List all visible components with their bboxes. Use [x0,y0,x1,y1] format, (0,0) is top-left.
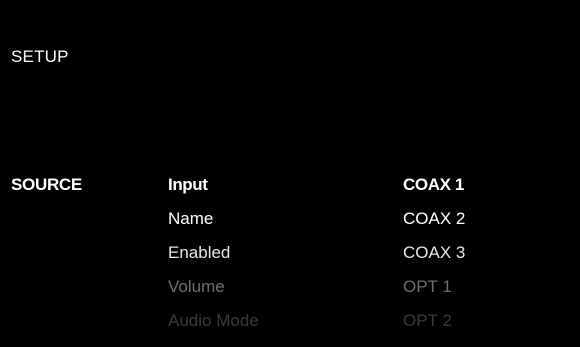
menu-item-name[interactable]: Name [168,209,318,243]
value-option-opt-1[interactable]: OPT 1 [403,277,553,311]
settings-menu: Input Name Enabled Volume Audio Mode [168,175,318,345]
menu-item-enabled[interactable]: Enabled [168,243,318,277]
value-option-coax-2[interactable]: COAX 2 [403,209,553,243]
value-option-coax-1[interactable]: COAX 1 [403,175,553,209]
value-option-coax-3[interactable]: COAX 3 [403,243,553,277]
menu-item-audio-mode[interactable]: Audio Mode [168,311,318,345]
value-option-opt-2[interactable]: OPT 2 [403,311,553,345]
menu-item-volume[interactable]: Volume [168,277,318,311]
source-value-list: COAX 1 COAX 2 COAX 3 OPT 1 OPT 2 [403,175,553,345]
menu-item-input[interactable]: Input [168,175,318,209]
screen-title: SETUP [11,47,69,66]
setup-screen: SETUP SOURCE Input Name Enabled Volume A… [0,0,580,347]
section-label-source[interactable]: SOURCE [11,175,82,195]
